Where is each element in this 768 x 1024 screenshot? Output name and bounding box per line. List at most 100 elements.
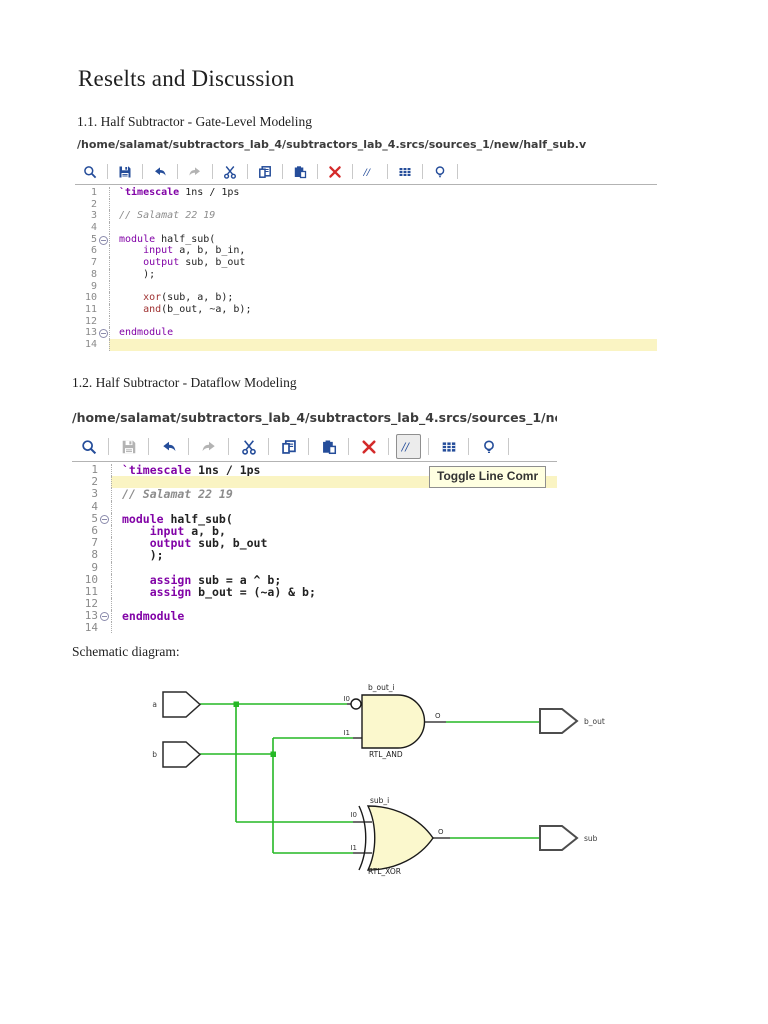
code-line[interactable]: 1 `timescale 1ns / 1ps — [75, 187, 657, 199]
undo-icon[interactable] — [149, 161, 171, 183]
code-text[interactable]: output sub, b_out — [111, 537, 557, 550]
save-icon — [116, 434, 141, 459]
code-text[interactable]: endmodule — [109, 327, 657, 339]
xor-pin-i1: I1 — [350, 844, 357, 852]
fold-collapse-icon[interactable] — [100, 514, 109, 524]
line-number: 10 — [84, 292, 97, 304]
code-line[interactable]: 10 xor(sub, a, b); — [75, 292, 657, 304]
line-number: 9 — [91, 560, 98, 574]
toolbar-separator — [282, 164, 283, 179]
fold-collapse-icon[interactable] — [99, 329, 108, 339]
schematic-caption: Schematic diagram: — [72, 644, 180, 659]
and-type-label: RTL_AND — [369, 750, 403, 759]
cut-icon[interactable] — [219, 161, 241, 183]
inverter-bubble — [350, 698, 362, 710]
fold-column — [98, 476, 111, 488]
code-text[interactable] — [109, 222, 657, 234]
toolbar-separator — [428, 438, 429, 455]
search-icon[interactable] — [76, 434, 101, 459]
code-line[interactable]: 4 — [75, 222, 657, 234]
code-line[interactable]: 14 — [75, 338, 657, 351]
code-text[interactable]: and(b_out, ~a, b); — [109, 303, 657, 316]
code-text[interactable] — [109, 338, 657, 351]
code-line[interactable]: 5 module half_sub( — [75, 233, 657, 246]
code-text[interactable]: ); — [109, 268, 657, 281]
fold-column — [97, 292, 109, 304]
and-pin-i0: I0 — [343, 695, 350, 703]
paste-icon[interactable] — [316, 434, 341, 459]
code-text[interactable]: assign b_out = (~a) & b; — [111, 586, 557, 599]
code-line[interactable]: 8 ); — [75, 268, 657, 281]
fold-column — [97, 187, 109, 199]
code-text[interactable]: `timescale 1ns / 1ps — [109, 187, 657, 199]
code-line[interactable]: 9 — [75, 280, 657, 293]
toggle-comment-icon[interactable]: // — [359, 161, 381, 183]
code-text[interactable]: xor(sub, a, b); — [109, 292, 657, 304]
delete-icon[interactable] — [356, 434, 381, 459]
code-line[interactable]: 11 assign b_out = (~a) & b; — [72, 585, 557, 599]
line-number: 14 — [84, 621, 98, 634]
code-line[interactable]: 14 — [72, 622, 557, 634]
code-text[interactable]: // Salamat 22 19 — [111, 488, 557, 501]
cut-icon[interactable] — [236, 434, 261, 459]
schematic-diagram: a b b_out sub b_out_i RTL_AND I0 I1 O su… — [152, 683, 605, 876]
line-number: 3 — [91, 487, 98, 501]
code-text[interactable] — [109, 198, 657, 211]
code-line[interactable]: 8 ); — [72, 549, 557, 562]
svg-text://: // — [401, 439, 410, 454]
save-icon[interactable] — [114, 161, 136, 183]
fold-column — [98, 513, 111, 525]
toolbar-separator — [212, 164, 213, 179]
undo-icon[interactable] — [156, 434, 181, 459]
and-gate-body — [361, 694, 426, 749]
line-number: 3 — [90, 210, 97, 222]
code-line[interactable]: 7 output sub, b_out — [75, 257, 657, 269]
fold-column — [97, 199, 109, 211]
lightbulb-icon[interactable] — [476, 434, 501, 459]
code-text[interactable] — [109, 280, 657, 293]
copy-icon[interactable] — [276, 434, 301, 459]
paste-icon[interactable] — [289, 161, 311, 183]
code-line[interactable]: 3 // Salamat 22 19 — [72, 487, 557, 501]
toggle-comment-icon[interactable]: // — [396, 434, 421, 459]
code-text[interactable]: input a, b, b_in, — [109, 245, 657, 258]
fold-collapse-icon[interactable] — [100, 612, 109, 622]
code-text[interactable]: output sub, b_out — [109, 257, 657, 269]
fold-column — [97, 327, 109, 339]
code-line[interactable]: 11 and(b_out, ~a, b); — [75, 303, 657, 316]
code-text[interactable] — [109, 315, 657, 328]
line-number: 1 — [90, 187, 97, 198]
code-text[interactable]: ); — [111, 549, 557, 562]
columns-icon[interactable] — [436, 434, 461, 459]
toolbar-separator — [387, 164, 388, 179]
code-line[interactable]: 3 // Salamat 22 19 — [75, 210, 657, 223]
output-port-sub — [539, 825, 579, 851]
toolbar-separator — [247, 164, 248, 179]
columns-icon[interactable] — [394, 161, 416, 183]
code-text[interactable] — [111, 622, 557, 634]
code-line[interactable]: 2 — [75, 198, 657, 211]
copy-icon[interactable] — [254, 161, 276, 183]
port-label-a: a — [152, 700, 157, 709]
code-text[interactable]: module half_sub( — [109, 233, 657, 246]
code-line[interactable]: 13 endmodule — [72, 610, 557, 623]
toolbar-separator — [348, 438, 349, 455]
toolbar-separator — [388, 438, 389, 455]
toolbar-separator — [352, 164, 353, 179]
code-line[interactable]: 6 input a, b, b_in, — [75, 245, 657, 258]
lightbulb-icon[interactable] — [429, 161, 451, 183]
junction-b — [270, 751, 276, 757]
code-line[interactable]: 13 endmodule — [75, 327, 657, 339]
search-icon[interactable] — [79, 161, 101, 183]
junction-a — [233, 701, 239, 707]
code-editor-dataflow: // 1 `timescale 1ns / 1ps 2 3// Salamat 22 … — [72, 432, 557, 634]
code-line[interactable]: 12 — [75, 315, 657, 328]
fold-column — [97, 245, 109, 257]
delete-icon[interactable] — [324, 161, 346, 183]
fold-collapse-icon[interactable] — [99, 235, 108, 245]
code-text[interactable]: endmodule — [111, 610, 557, 623]
toolbar-separator — [177, 164, 178, 179]
code-text[interactable]: // Salamat 22 19 — [109, 210, 657, 223]
code-area[interactable]: 1 `timescale 1ns / 1ps 2 3 // Salamat 22 19 4… — [75, 185, 657, 351]
xor-type-label: RTL_XOR — [368, 867, 401, 876]
